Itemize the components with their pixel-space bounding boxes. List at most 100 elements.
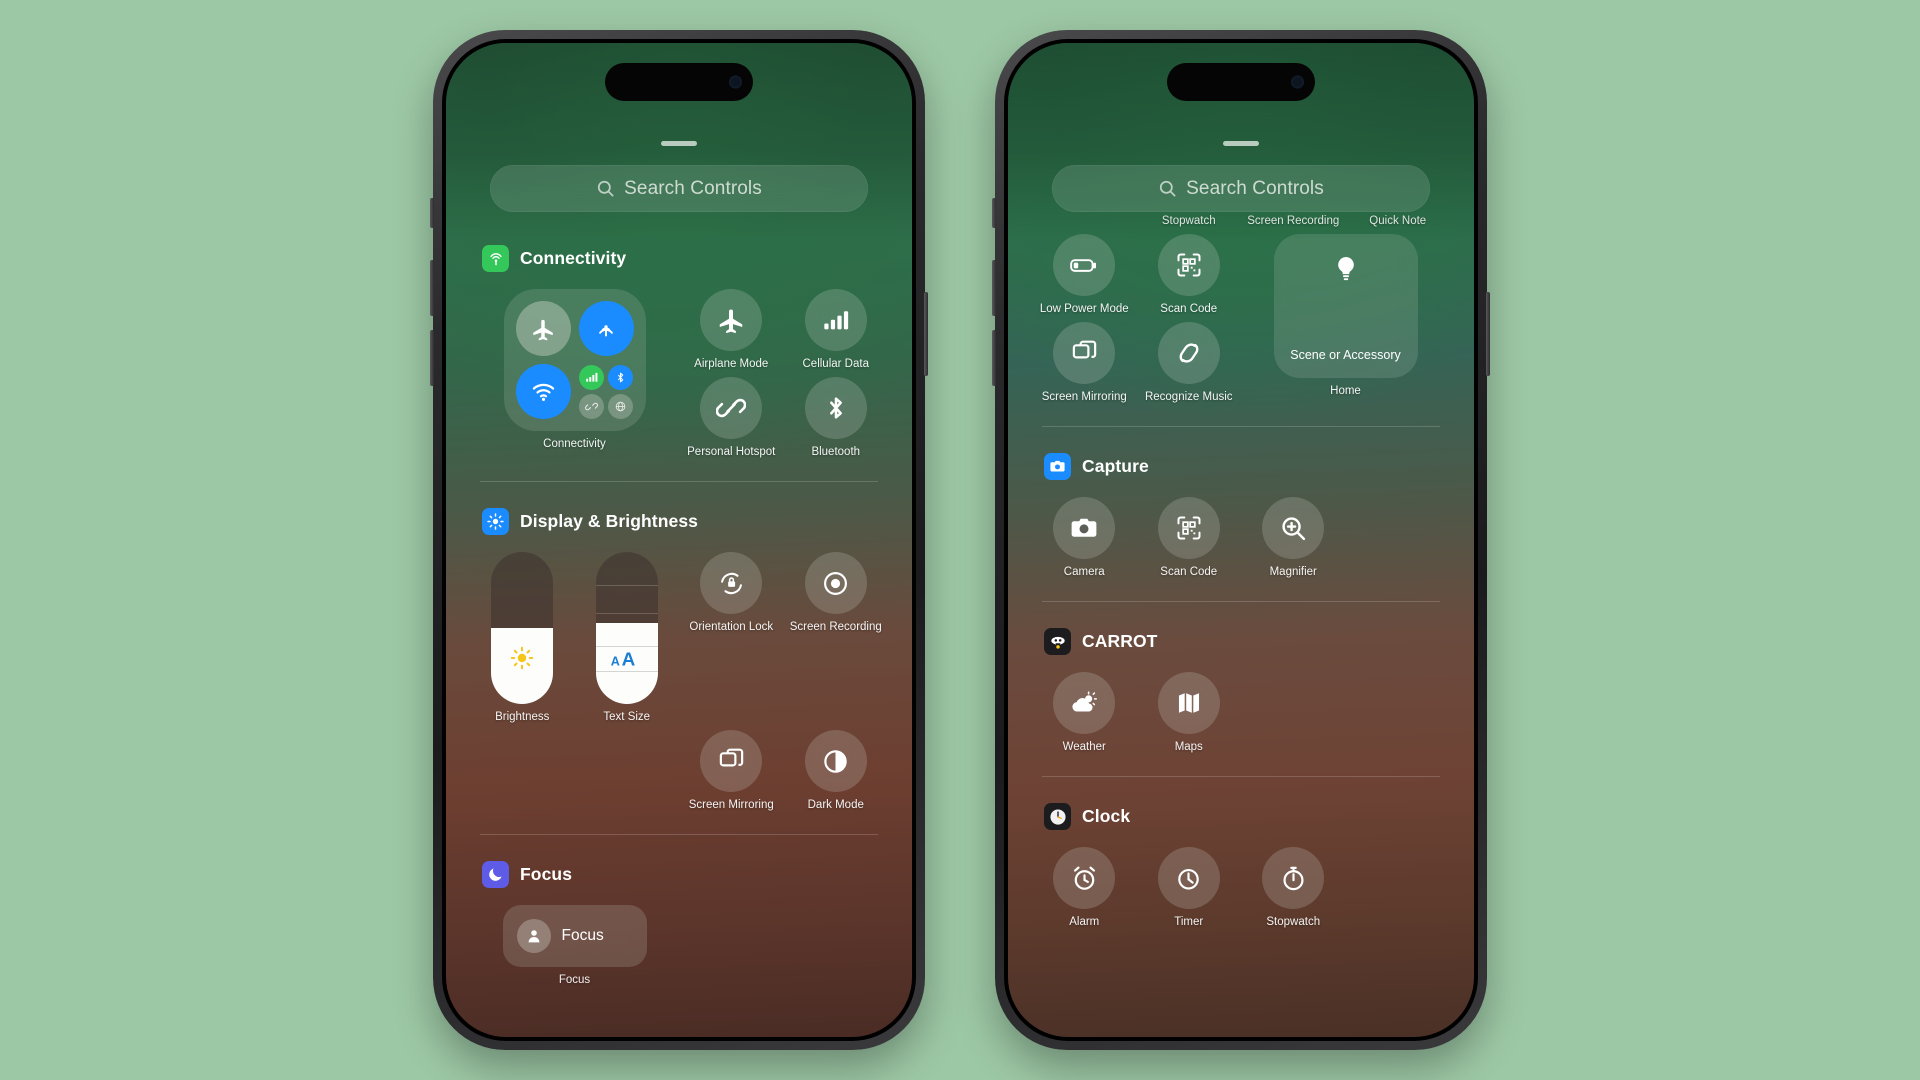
- group-header-capture: Capture: [1044, 453, 1448, 480]
- divider-after-display: [480, 834, 878, 835]
- timer-icon[interactable]: [1157, 847, 1220, 909]
- vpn-toggle[interactable]: [608, 393, 633, 419]
- control-screen-recording[interactable]: Screen Recording: [790, 552, 883, 724]
- brightness-slider[interactable]: [491, 552, 554, 704]
- control-timer[interactable]: Timer: [1143, 847, 1236, 929]
- control-camera[interactable]: Camera: [1038, 497, 1131, 579]
- control-scan-code-home[interactable]: Scan Code: [1143, 234, 1236, 316]
- airplane-icon[interactable]: [700, 289, 763, 351]
- airdrop-toggle[interactable]: [578, 301, 634, 356]
- focus-grid: Focus Focus: [472, 905, 886, 987]
- brightness-icon: [482, 508, 509, 535]
- svg-text:A: A: [611, 654, 620, 668]
- power-button[interactable]: [924, 292, 928, 376]
- control-cellular-data[interactable]: Cellular Data: [790, 289, 883, 371]
- control-center-grabber[interactable]: [661, 141, 697, 146]
- control-maps[interactable]: Maps: [1143, 672, 1236, 754]
- connectivity-module-icon[interactable]: [503, 289, 646, 431]
- control-text-size[interactable]: A A Text Size: [581, 552, 674, 724]
- control-label-low-power-mode: Low Power Mode: [1039, 303, 1129, 315]
- weather-icon[interactable]: [1053, 672, 1116, 734]
- search-icon: [596, 179, 615, 198]
- control-low-power-mode[interactable]: Low Power Mode: [1038, 234, 1131, 316]
- control-bluetooth[interactable]: Bluetooth: [790, 377, 883, 459]
- bluetooth-icon[interactable]: [804, 377, 867, 439]
- volume-up-button-right[interactable]: [992, 260, 996, 316]
- scan-code-icon-capture[interactable]: [1157, 497, 1220, 559]
- volume-down-button-right[interactable]: [992, 330, 996, 386]
- search-placeholder-left: Search Controls: [624, 177, 762, 199]
- silent-switch-right[interactable]: [992, 198, 996, 228]
- control-scan-code-capture[interactable]: Scan Code: [1143, 497, 1236, 579]
- screen-recording-icon[interactable]: [804, 552, 867, 614]
- control-label-screen-mirroring-right: Screen Mirroring: [1041, 391, 1127, 403]
- airplane-toggle[interactable]: [515, 301, 571, 356]
- search-controls-bar-right[interactable]: Search Controls: [1052, 165, 1430, 212]
- group-title-display: Display & Brightness: [520, 511, 699, 531]
- control-dark-mode[interactable]: Dark Mode: [790, 730, 883, 812]
- bluetooth-toggle[interactable]: [608, 364, 633, 390]
- group-header-connectivity: Connectivity: [482, 245, 886, 272]
- control-label-timer: Timer: [1174, 916, 1204, 928]
- left-phone-bezel: Search Controls Connectivity Connectivit…: [442, 39, 916, 1041]
- control-label-weather: Weather: [1062, 741, 1106, 753]
- control-label-maps: Maps: [1174, 741, 1203, 753]
- control-recognize-music[interactable]: Recognize Music: [1143, 322, 1236, 404]
- hotspot-icon[interactable]: [700, 377, 763, 439]
- silent-switch[interactable]: [430, 198, 434, 228]
- focus-pill[interactable]: Focus: [502, 905, 647, 967]
- camera-icon-control[interactable]: [1053, 497, 1116, 559]
- control-screen-mirroring[interactable]: Screen Mirroring: [685, 730, 778, 812]
- control-orientation-lock[interactable]: Orientation Lock: [685, 552, 778, 724]
- control-home-scene[interactable]: Scene or Accessory Home: [1247, 234, 1444, 404]
- control-focus[interactable]: Focus Focus: [476, 905, 673, 987]
- magnifier-icon[interactable]: [1262, 497, 1325, 559]
- alarm-icon[interactable]: [1053, 847, 1116, 909]
- control-label-orientation-lock: Orientation Lock: [689, 621, 774, 633]
- left-control-center-content: Connectivity Connectivity Airplane Mode …: [446, 219, 912, 1037]
- stopwatch-icon[interactable]: [1262, 847, 1325, 909]
- screen-mirroring-icon-right[interactable]: [1053, 322, 1116, 384]
- connectivity-mini-group: [579, 364, 634, 419]
- control-magnifier[interactable]: Magnifier: [1247, 497, 1340, 579]
- volume-up-button[interactable]: [430, 260, 434, 316]
- control-screen-mirroring-right[interactable]: Screen Mirroring: [1038, 322, 1131, 404]
- group-title-carrot: CARROT: [1082, 631, 1158, 651]
- text-size-slider[interactable]: A A: [595, 552, 658, 704]
- control-personal-hotspot[interactable]: Personal Hotspot: [685, 377, 778, 459]
- dark-mode-icon[interactable]: [804, 730, 867, 792]
- control-weather[interactable]: Weather: [1038, 672, 1131, 754]
- hotspot-toggle[interactable]: [579, 393, 604, 419]
- connectivity-grid: Connectivity Airplane Mode Cellular Data…: [472, 289, 886, 459]
- capture-grid: Camera Scan Code Magnifier: [1034, 497, 1448, 579]
- focus-person-icon: [516, 919, 551, 953]
- cellular-icon[interactable]: [804, 289, 867, 351]
- control-center-grabber-right[interactable]: [1223, 141, 1259, 146]
- control-connectivity-module[interactable]: Connectivity: [476, 289, 673, 459]
- control-stopwatch[interactable]: Stopwatch: [1247, 847, 1340, 929]
- scan-code-icon[interactable]: [1157, 234, 1220, 296]
- right-phone-screen: Search Controls Stopwatch Screen Recordi…: [1008, 43, 1474, 1037]
- control-label-personal-hotspot: Personal Hotspot: [687, 446, 776, 458]
- group-header-clock: Clock: [1044, 803, 1448, 830]
- control-brightness[interactable]: Brightness: [476, 552, 569, 724]
- maps-icon[interactable]: [1157, 672, 1220, 734]
- shazam-icon[interactable]: [1157, 322, 1220, 384]
- control-alarm[interactable]: Alarm: [1038, 847, 1131, 929]
- scene-or-accessory-tile[interactable]: Scene or Accessory: [1273, 234, 1418, 378]
- clock-icon: [1044, 803, 1071, 830]
- screen-mirroring-icon[interactable]: [700, 730, 763, 792]
- control-label-camera: Camera: [1063, 566, 1105, 578]
- volume-down-button[interactable]: [430, 330, 434, 386]
- control-label-connectivity: Connectivity: [543, 438, 606, 450]
- control-label-focus: Focus: [558, 974, 591, 986]
- control-airplane-mode[interactable]: Airplane Mode: [685, 289, 778, 371]
- orientation-lock-icon[interactable]: [700, 552, 763, 614]
- power-button-right[interactable]: [1486, 292, 1490, 376]
- divider-after-home: [1042, 426, 1440, 427]
- screenshot-stage: Search Controls Connectivity Connectivit…: [0, 0, 1920, 1080]
- search-controls-bar-left[interactable]: Search Controls: [490, 165, 868, 212]
- cellular-toggle[interactable]: [579, 364, 604, 390]
- wifi-toggle[interactable]: [515, 364, 571, 419]
- low-power-icon[interactable]: [1053, 234, 1116, 296]
